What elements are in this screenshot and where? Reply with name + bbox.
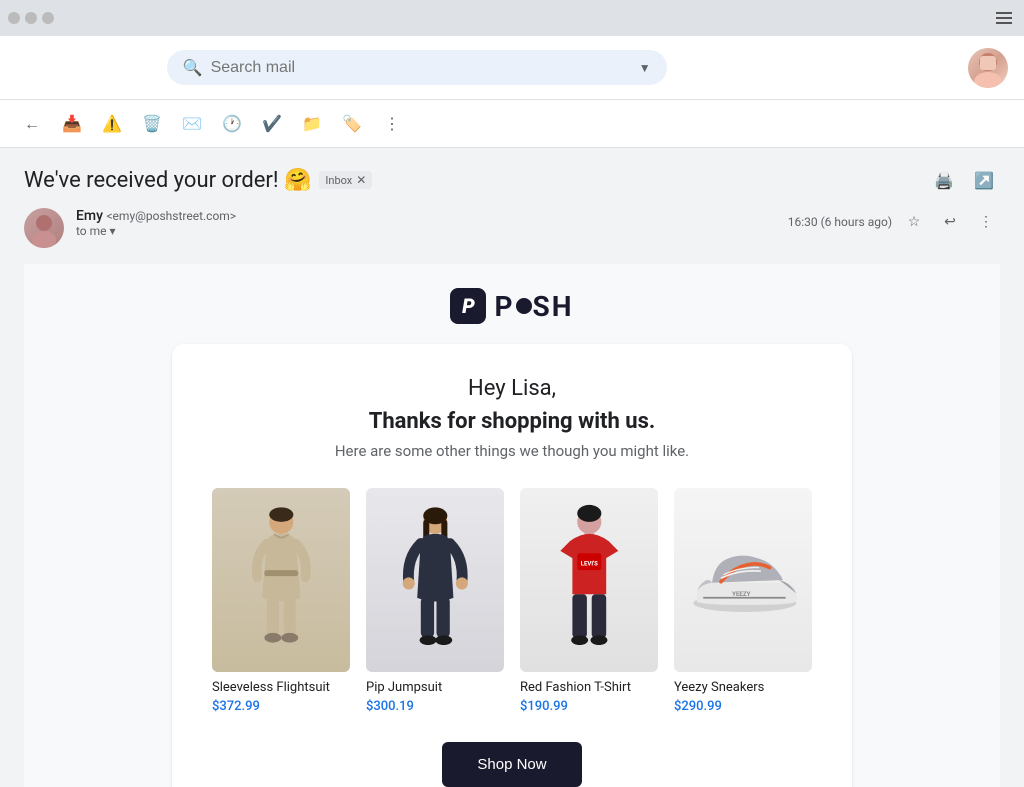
posh-greeting: Hey Lisa, [212,376,812,401]
chrome-dot-3 [42,12,54,24]
badge-close-button[interactable]: ✕ [356,173,366,187]
product-name-3: Red Fashion T-Shirt [520,680,631,695]
star-button[interactable]: ☆ [900,208,928,236]
product-image-4: YEEZY [674,488,812,672]
sender-meta: 16:30 (6 hours ago) ☆ ↩ ⋮ [788,208,1000,236]
sender-email: <emy@poshstreet.com> [106,209,236,223]
posh-logo: P PSH [24,288,1000,324]
posh-card: Hey Lisa, Thanks for shopping with us. H… [172,344,852,787]
svg-text:YEEZY: YEEZY [732,590,751,598]
email-subject: We've received your order! 🤗 [24,168,311,193]
chrome-dot-1 [8,12,20,24]
search-icon: 🔍 [183,58,203,77]
flightsuit-image [212,488,350,672]
avatar-image [968,48,1008,88]
search-arrow-icon[interactable]: ▼ [639,61,651,75]
email-timestamp: 16:30 (6 hours ago) [788,215,892,229]
posh-email-content: P PSH Hey Lisa, Thanks for shopping with… [24,264,1000,787]
product-price-1: $372.99 [212,699,260,714]
move-to-button[interactable]: 📁 [296,108,328,140]
search-input[interactable] [211,59,631,77]
sender-row: Emy <emy@poshstreet.com> to me ▾ 16:30 (… [24,208,1000,248]
open-new-window-button[interactable]: ↗️ [968,164,1000,196]
print-button[interactable]: 🖨️ [928,164,960,196]
products-grid: Sleeveless Flightsuit $372.99 [212,488,812,714]
chrome-menu-button[interactable] [992,8,1016,28]
delete-button[interactable]: 🗑️ [136,108,168,140]
back-button[interactable]: ← [16,108,48,140]
product-item-4[interactable]: YEEZY Yeezy Sneakers $290.99 [674,488,812,714]
subject-actions: 🖨️ ↗️ [928,164,1000,196]
product-image-2 [366,488,504,672]
posh-logo-text: PSH [494,290,573,323]
product-image-1 [212,488,350,672]
product-name-4: Yeezy Sneakers [674,680,764,695]
reply-button[interactable]: ↩ [936,208,964,236]
svg-text:LEVI'S: LEVI'S [580,561,597,568]
email-body: P PSH Hey Lisa, Thanks for shopping with… [24,264,1000,787]
gmail-header: 🔍 ▼ [0,36,1024,100]
sender-name-line: Emy <emy@poshstreet.com> [76,208,776,224]
label-button[interactable]: 🏷️ [336,108,368,140]
email-area: We've received your order! 🤗 Inbox ✕ 🖨️ … [0,148,1024,787]
posh-subtitle: Here are some other things we though you… [212,442,812,460]
product-price-3: $190.99 [520,699,568,714]
snooze-button[interactable]: 🕐 [216,108,248,140]
sender-avatar [24,208,64,248]
spam-button[interactable]: ⚠️ [96,108,128,140]
sneakers-image: YEEZY [674,488,812,672]
product-name-2: Pip Jumpsuit [366,680,442,695]
mark-unread-button[interactable]: ✉️ [176,108,208,140]
search-bar[interactable]: 🔍 ▼ [167,50,667,85]
email-toolbar: ← 📥 ⚠️ 🗑️ ✉️ 🕐 ✔️ 📁 🏷️ ⋮ [0,100,1024,148]
product-item-2[interactable]: Pip Jumpsuit $300.19 [366,488,504,714]
product-item-3[interactable]: LEVI'S Red Fashion T-Shirt [520,488,658,714]
sender-name: Emy [76,208,103,224]
shop-now-button[interactable]: Shop Now [442,742,582,787]
product-price-2: $300.19 [366,699,414,714]
email-subject-row: We've received your order! 🤗 Inbox ✕ 🖨️ … [24,164,1000,196]
archive-button[interactable]: 📥 [56,108,88,140]
product-price-4: $290.99 [674,699,722,714]
user-avatar[interactable] [968,48,1008,88]
inbox-label: Inbox [325,174,352,187]
product-name-1: Sleeveless Flightsuit [212,680,330,695]
sender-to[interactable]: to me ▾ [76,224,776,238]
jumpsuit-image [366,488,504,672]
chrome-bar [0,0,1024,36]
product-item-1[interactable]: Sleeveless Flightsuit $372.99 [212,488,350,714]
more-options-button[interactable]: ⋮ [972,208,1000,236]
product-image-3: LEVI'S [520,488,658,672]
chrome-dots [8,12,54,24]
chrome-dot-2 [25,12,37,24]
mark-done-button[interactable]: ✔️ [256,108,288,140]
tshirt-image: LEVI'S [520,488,658,672]
posh-thanks: Thanks for shopping with us. [212,409,812,434]
posh-logo-p-icon: P [450,288,486,324]
sender-avatar-image [24,208,64,248]
more-button[interactable]: ⋮ [376,108,408,140]
sender-info: Emy <emy@poshstreet.com> to me ▾ [76,208,776,238]
inbox-badge[interactable]: Inbox ✕ [319,171,372,189]
